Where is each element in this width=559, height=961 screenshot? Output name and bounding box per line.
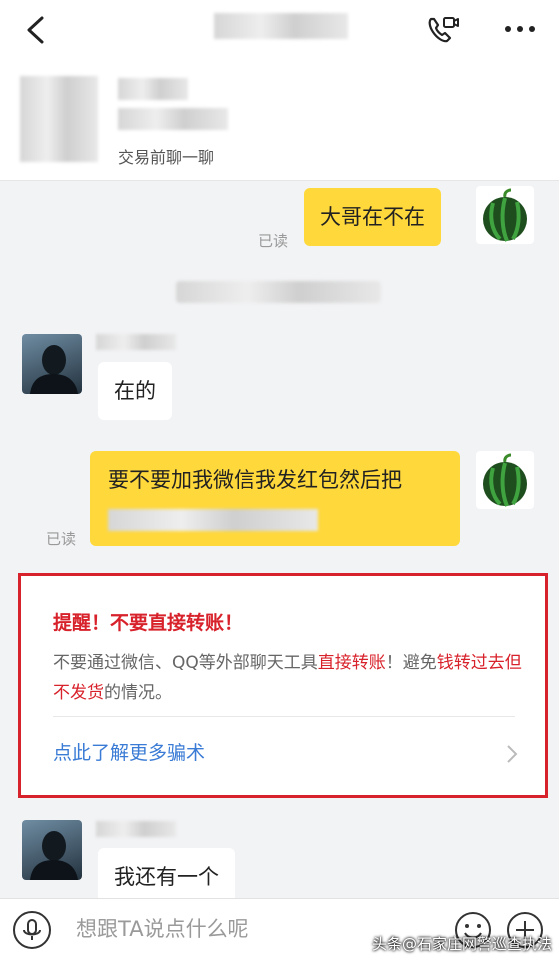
watermelon-icon: [483, 453, 527, 507]
warning-title: 提醒！不要直接转账！: [53, 612, 244, 634]
person-silhouette-icon: [30, 831, 78, 880]
watermelon-icon: [483, 188, 527, 242]
more-button[interactable]: [500, 14, 540, 44]
product-image-blurred: [20, 76, 98, 162]
scam-warning-card: 提醒！不要直接转账！ 不要通过微信、QQ等外部聊天工具直接转账！避免钱转过去但不…: [18, 573, 548, 798]
microphone-icon: [13, 911, 51, 949]
avatar-self[interactable]: [476, 451, 534, 509]
avatar-self[interactable]: [476, 186, 534, 244]
chevron-right-icon: [507, 745, 518, 763]
read-status: 已读: [46, 530, 77, 548]
avatar-contact[interactable]: [22, 820, 82, 880]
watermark-text: 头条@石家庄网警巡查执法: [372, 935, 553, 953]
warning-body-text: ！避免: [385, 653, 437, 673]
message-text-blurred: [108, 509, 318, 531]
divider: [53, 716, 515, 717]
avatar-contact[interactable]: [22, 334, 82, 394]
more-dots-icon: [505, 26, 535, 32]
person-silhouette-icon: [30, 345, 78, 394]
message-text: 要不要加我微信我发红包然后把: [108, 468, 402, 492]
input-bar: 想跟TA说点什么呢 头条@石家庄网警巡查执法: [0, 898, 559, 961]
read-status: 已读: [258, 232, 289, 250]
contact-nickname-blurred: [96, 821, 176, 837]
message-bubble-outgoing[interactable]: 大哥在不在: [304, 188, 441, 246]
product-subtitle: 交易前聊一聊: [118, 148, 215, 167]
product-card[interactable]: 交易前聊一聊: [0, 62, 559, 181]
warning-body-text: 不要通过微信、QQ等外部聊天工具: [53, 653, 318, 673]
product-title-blurred: [118, 78, 188, 100]
contact-name-blurred: [214, 13, 348, 39]
call-button[interactable]: [422, 10, 462, 50]
chevron-left-icon: [27, 16, 44, 44]
timestamp-blurred: [176, 281, 381, 303]
warning-highlight: 直接转账: [317, 653, 386, 673]
phone-video-icon: [428, 17, 459, 43]
voice-button[interactable]: [12, 910, 52, 950]
message-bubble-incoming[interactable]: 在的: [98, 362, 172, 420]
contact-nickname-blurred: [96, 334, 176, 350]
warning-body: 不要通过微信、QQ等外部聊天工具直接转账！避免钱转过去但不发货的情况。: [53, 648, 523, 708]
message-bubble-outgoing[interactable]: 要不要加我微信我发红包然后把: [90, 451, 460, 546]
warning-body-text: 的情况。: [104, 683, 172, 703]
learn-more-label: 点此了解更多骗术: [53, 742, 206, 764]
top-bar: [0, 0, 559, 62]
product-price-blurred: [118, 108, 228, 130]
message-input[interactable]: 想跟TA说点什么呢: [76, 913, 249, 945]
learn-more-link[interactable]: 点此了解更多骗术: [53, 736, 518, 770]
back-button[interactable]: [14, 10, 58, 50]
